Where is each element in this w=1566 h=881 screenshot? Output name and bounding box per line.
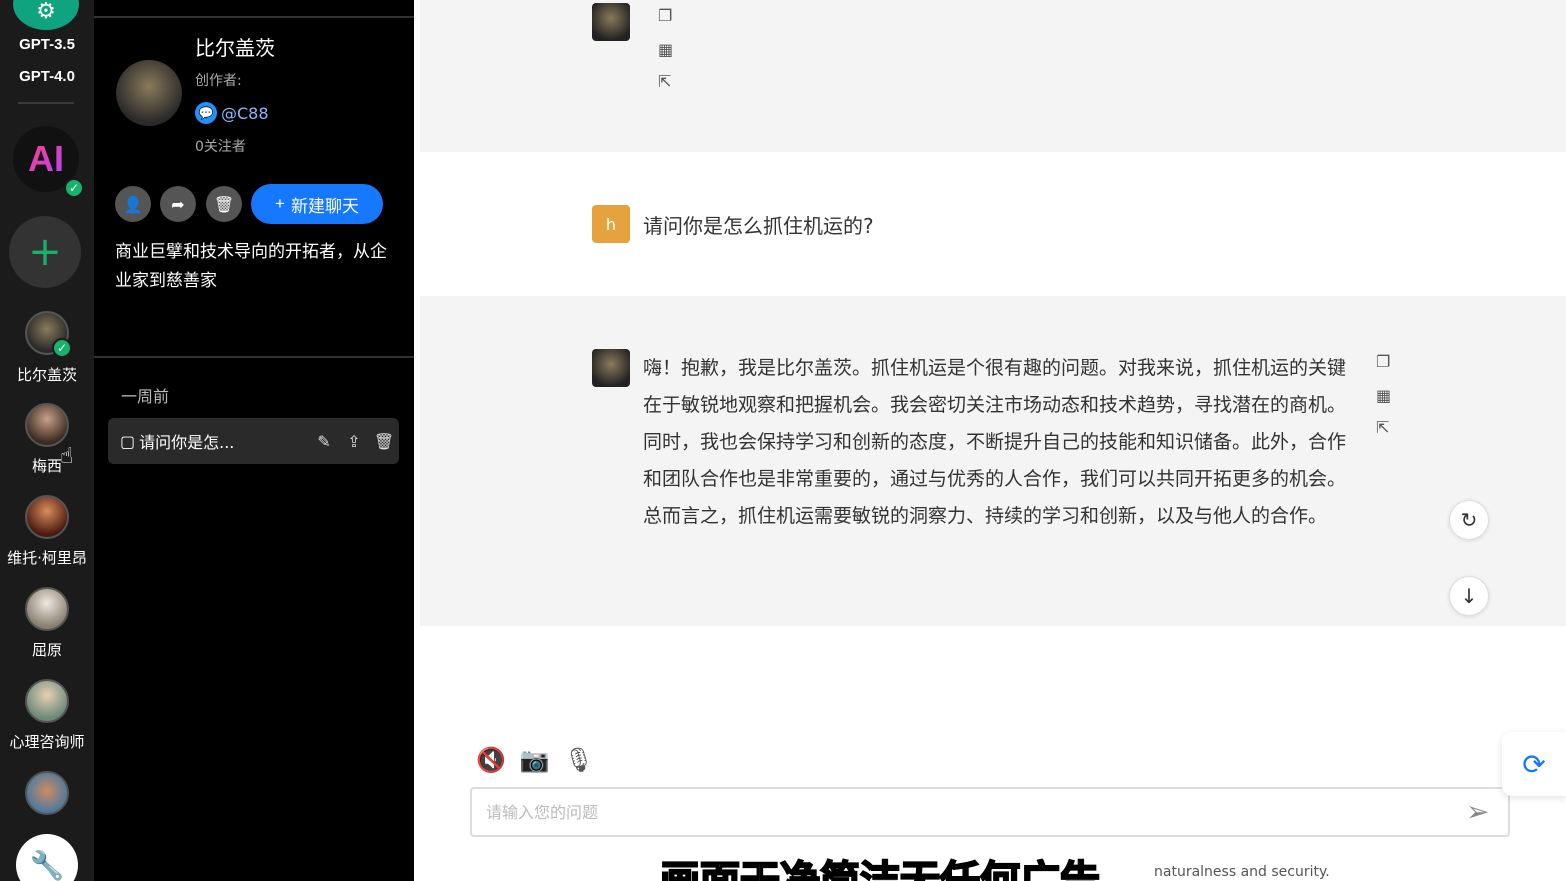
send-icon[interactable]: ➢: [1466, 795, 1489, 828]
delete-icon[interactable]: ▦: [658, 40, 673, 59]
history-section-label: 一周前: [121, 387, 170, 406]
creator-label: 创作者:: [195, 73, 242, 89]
panel-divider: [94, 16, 414, 18]
user-avatar: h: [592, 205, 630, 243]
model-gpt35[interactable]: GPT-3.5: [0, 36, 94, 53]
bot-avatar-more[interactable]: [25, 771, 69, 815]
user-question: 请问你是怎么抓住机运的?: [643, 214, 874, 238]
chat-bubble-icon: ▢: [120, 431, 136, 451]
creator-link[interactable]: 💬 @C88: [195, 102, 269, 124]
trash-icon[interactable]: 🗑: [369, 432, 399, 451]
bot-avatar-counselor[interactable]: [25, 679, 69, 723]
bot-label[interactable]: 梅西: [0, 455, 94, 476]
edit-icon[interactable]: ✎: [309, 432, 339, 451]
check-icon: ✓: [64, 178, 84, 198]
bot-name: 比尔盖茨: [195, 36, 275, 60]
chat-area: ❐ ▦ ⇱ h 请问你是怎么抓住机运的? 嗨！抱歉，我是比尔盖茨。抓住机运是个很…: [414, 0, 1566, 881]
bot-message-avatar: [592, 349, 630, 387]
scroll-down-button[interactable]: ↓: [1449, 576, 1489, 616]
bot-label[interactable]: 心理咨询师: [0, 731, 94, 752]
bot-label[interactable]: 屈原: [0, 639, 94, 660]
bot-avatar-messi[interactable]: [25, 403, 69, 447]
mouse-pointer-icon: ☝: [60, 444, 74, 469]
delete-icon[interactable]: ▦: [1376, 386, 1391, 405]
video-subtitle: 画面干净简洁无任何广告: [659, 857, 1101, 881]
bot-label[interactable]: 比尔盖茨: [0, 364, 94, 385]
bot-message-avatar: [592, 3, 630, 41]
contact-card-button[interactable]: 👤: [115, 186, 151, 222]
share-icon[interactable]: ⇱: [1376, 418, 1389, 437]
new-chat-button[interactable]: + 新建聊天: [251, 184, 383, 224]
camera-icon[interactable]: 📷: [520, 746, 550, 774]
export-icon[interactable]: ⇪: [339, 432, 369, 451]
bot-info-panel: 比尔盖茨 创作者: 💬 @C88 0关注者 👤 ➦ 🗑 + 新建聊天 商业巨擘和…: [94, 0, 414, 881]
panel-divider: [94, 356, 414, 358]
add-bot-button[interactable]: +: [9, 216, 81, 288]
rail-divider: [18, 102, 74, 104]
bot-avatar-corleone[interactable]: [25, 495, 69, 539]
translate-icon[interactable]: ⟳: [1502, 732, 1566, 796]
wrench-icon[interactable]: 🔧: [16, 834, 78, 881]
share-icon[interactable]: ⇱: [658, 72, 671, 91]
share-button[interactable]: ➦: [160, 186, 196, 222]
openai-logo-icon[interactable]: ⚙: [13, 0, 79, 30]
conversation-item[interactable]: ▢ 请问你是怎... ✎ ⇪ 🗑: [108, 418, 399, 464]
question-input[interactable]: [470, 787, 1510, 837]
bot-answer: 嗨！抱歉，我是比尔盖茨。抓住机运是个很有趣的问题。对我来说，抓住机运的关键在于敏…: [643, 357, 1347, 527]
footer-text: naturalness and security.: [1154, 864, 1330, 880]
copy-icon[interactable]: ❐: [1376, 352, 1390, 371]
regenerate-button[interactable]: ↻: [1449, 500, 1489, 540]
check-icon: ✓: [52, 338, 72, 358]
plus-icon: +: [275, 194, 285, 213]
creator-handle: @C88: [221, 103, 269, 123]
message-icon: 💬: [195, 102, 217, 124]
delete-button[interactable]: 🗑: [206, 186, 242, 222]
copy-icon[interactable]: ❐: [658, 6, 672, 25]
bot-label[interactable]: 维托·柯里昂: [0, 547, 94, 568]
followers-count: 0关注者: [195, 139, 246, 155]
model-gpt40[interactable]: GPT-4.0: [0, 68, 94, 85]
conversation-title: 请问你是怎...: [139, 433, 235, 452]
mute-icon[interactable]: 🔇: [476, 746, 506, 774]
bot-description: 商业巨擘和技术导向的开拓者，从企业家到慈善家: [115, 242, 387, 291]
bot-avatar-quyuan[interactable]: [25, 587, 69, 631]
input-toolbar: 🔇 📷 🎙: [476, 746, 594, 774]
microphone-icon[interactable]: 🎙: [564, 746, 594, 774]
left-rail: ⚙ GPT-3.5 GPT-4.0 AI ✓ + ✓ 比尔盖茨 梅西 ☝ 维托·…: [0, 0, 94, 881]
bot-avatar: [116, 60, 182, 126]
